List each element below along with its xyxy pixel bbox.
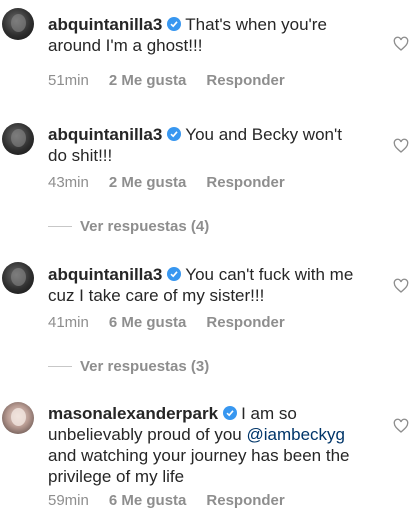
view-replies-button[interactable]: Ver respuestas (3) [48, 358, 209, 375]
reply-button[interactable]: Responder [206, 72, 284, 89]
comment-meta: 43min 2 Me gusta Responder [48, 174, 305, 191]
comment-meta: 51min 2 Me gusta Responder [48, 72, 305, 89]
verified-badge-icon [223, 406, 238, 420]
avatar[interactable] [2, 123, 34, 155]
reply-button[interactable]: Responder [206, 174, 284, 191]
avatar-face [11, 129, 26, 147]
avatar-face [11, 268, 26, 286]
comment-line: That's when you're [185, 15, 327, 34]
comment-line: and watching your journey has been the [48, 446, 350, 465]
timestamp: 41min [48, 314, 89, 331]
avatar[interactable] [2, 262, 34, 294]
comment-line: I am so [241, 404, 297, 423]
comment-meta: 41min 6 Me gusta Responder [48, 314, 305, 331]
heart-outline-icon[interactable] [393, 36, 409, 52]
comment-meta: 59min 6 Me gusta Responder [48, 492, 305, 509]
username[interactable]: abquintanilla3 [48, 15, 162, 34]
comment-text: abquintanilla3 You can't fuck with me cuz… [48, 264, 378, 306]
timestamp: 51min [48, 72, 89, 89]
reply-button[interactable]: Responder [206, 314, 284, 331]
likes-count[interactable]: 2 Me gusta [109, 174, 187, 191]
heart-outline-icon[interactable] [393, 278, 409, 294]
comment-text: abquintanilla3 That's when you're around … [48, 14, 378, 56]
likes-count[interactable]: 6 Me gusta [109, 492, 187, 509]
comment-line: You and Becky won't [185, 125, 342, 144]
username[interactable]: abquintanilla3 [48, 265, 162, 284]
verified-badge-icon [167, 267, 182, 281]
replies-divider [48, 225, 72, 227]
comment-text: abquintanilla3 You and Becky won't do shi… [48, 124, 378, 166]
likes-count[interactable]: 6 Me gusta [109, 314, 187, 331]
timestamp: 43min [48, 174, 89, 191]
likes-count[interactable]: 2 Me gusta [109, 72, 187, 89]
view-replies-button[interactable]: Ver respuestas (4) [48, 218, 209, 235]
username[interactable]: masonalexanderpark [48, 404, 218, 423]
view-replies-label: Ver respuestas (4) [80, 218, 210, 235]
avatar[interactable] [2, 8, 34, 40]
avatar-face [11, 14, 26, 32]
reply-button[interactable]: Responder [206, 492, 284, 509]
comment-line: unbelievably proud of you [48, 425, 247, 444]
timestamp: 59min [48, 492, 89, 509]
avatar-face [11, 408, 26, 426]
comment-line: cuz I take care of my sister!!! [48, 286, 265, 305]
replies-divider [48, 365, 72, 367]
comment-line: do shit!!! [48, 146, 113, 165]
comment-line: privilege of my life [48, 467, 185, 486]
avatar[interactable] [2, 402, 34, 434]
username[interactable]: abquintanilla3 [48, 125, 162, 144]
mention-link[interactable]: @iambeckyg [246, 425, 345, 444]
heart-outline-icon[interactable] [393, 138, 409, 154]
verified-badge-icon [167, 17, 182, 31]
view-replies-label: Ver respuestas (3) [80, 358, 210, 375]
comment-line: around I'm a ghost!!! [48, 36, 203, 55]
verified-badge-icon [167, 127, 182, 141]
heart-outline-icon[interactable] [393, 418, 409, 434]
comment-text: masonalexanderpark I am so unbelievably p… [48, 403, 378, 487]
comment-line: You can't fuck with me [185, 265, 354, 284]
